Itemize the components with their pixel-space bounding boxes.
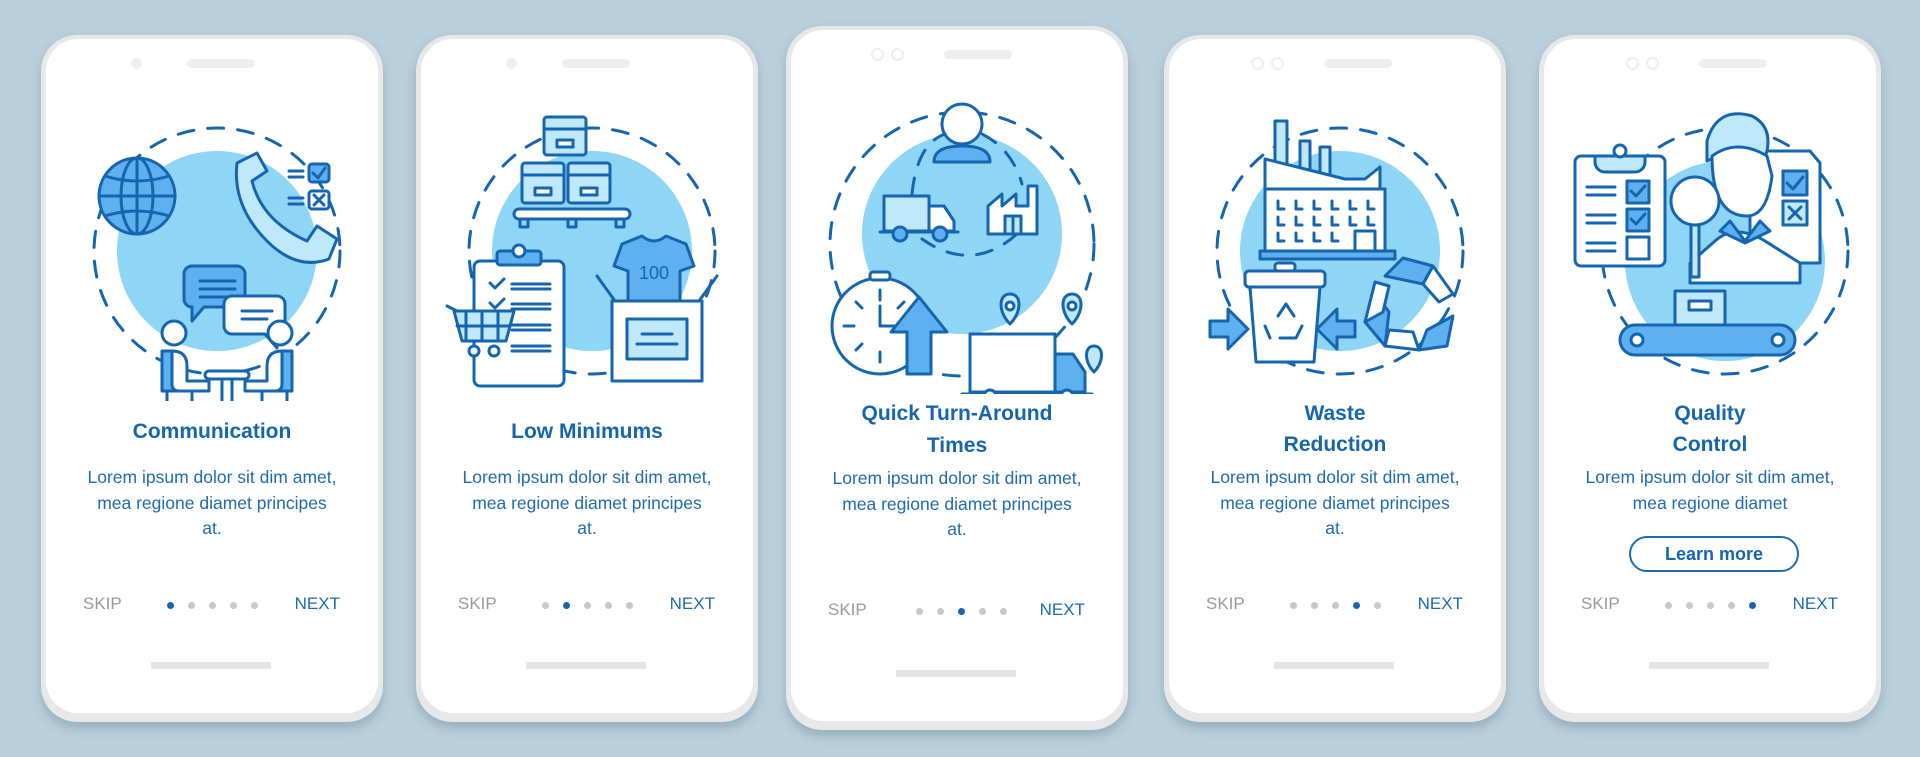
sensor-icon <box>891 48 904 61</box>
page-dot-3[interactable] <box>209 602 216 609</box>
screen-title: Waste Reduction <box>1283 402 1387 456</box>
page-dot-4[interactable] <box>979 608 986 615</box>
skip-button[interactable]: SKIP <box>458 594 497 614</box>
home-indicator[interactable] <box>1649 662 1769 669</box>
sensor-icon <box>1646 57 1659 70</box>
page-indicator <box>1665 602 1756 609</box>
page-dot-2[interactable] <box>937 608 944 615</box>
skip-button[interactable]: SKIP <box>828 600 867 620</box>
page-dot-4[interactable] <box>605 602 612 609</box>
screen-description: Lorem ipsum dolor sit dim amet, mea regi… <box>87 467 337 538</box>
home-indicator[interactable] <box>1274 662 1394 669</box>
screen-title: Quick Turn-Around Times <box>861 402 1053 457</box>
skip-button[interactable]: SKIP <box>1206 594 1245 614</box>
screen-title: Quality Control <box>1672 402 1748 456</box>
speaker-grille <box>944 50 1012 59</box>
page-dot-2-active[interactable] <box>563 602 570 609</box>
skip-button[interactable]: SKIP <box>83 594 122 614</box>
home-indicator[interactable] <box>896 670 1016 677</box>
page-indicator <box>167 602 258 609</box>
next-button[interactable]: NEXT <box>1793 594 1838 614</box>
page-indicator <box>542 602 633 609</box>
waste-reduction-illustration <box>1208 119 1465 376</box>
phone-screen-low-minimums: 100 Low Minimums Lorem ipsum dolor sit d… <box>416 35 758 722</box>
onboarding-nav: SKIP NEXT <box>791 600 1123 624</box>
page-dot-2[interactable] <box>188 602 195 609</box>
recycling-bin-icon <box>1243 261 1327 364</box>
low-minimums-illustration: 100 <box>445 115 719 388</box>
page-dot-3[interactable] <box>584 602 591 609</box>
onboarding-nav: SKIP NEXT <box>1544 594 1876 618</box>
screen: Quick Turn-Around Times Lorem ipsum dolo… <box>791 30 1123 721</box>
quality-control-illustration <box>1573 112 1850 376</box>
page-dot-2[interactable] <box>1686 602 1693 609</box>
camera-icon <box>506 58 517 69</box>
screen-title: Communication <box>132 420 292 443</box>
page-dot-1[interactable] <box>542 602 549 609</box>
page-dot-3[interactable] <box>1332 602 1339 609</box>
phone-screen-quality-control: Quality Control Lorem ipsum dolor sit di… <box>1539 35 1881 722</box>
camera-icon <box>871 48 884 61</box>
shirt-label: 100 <box>639 263 669 283</box>
screen-description: Lorem ipsum dolor sit dim amet, mea regi… <box>1210 467 1460 538</box>
communication-illustration <box>92 126 342 401</box>
next-button[interactable]: NEXT <box>295 594 340 614</box>
page-dot-2[interactable] <box>1311 602 1318 609</box>
page-dot-5-active[interactable] <box>1749 602 1756 609</box>
screen: Waste Reduction Lorem ipsum dolor sit di… <box>1169 39 1501 713</box>
page-dot-5[interactable] <box>251 602 258 609</box>
page-dot-1[interactable] <box>1290 602 1297 609</box>
next-button[interactable]: NEXT <box>1040 600 1085 620</box>
screen: 100 Low Minimums Lorem ipsum dolor sit d… <box>421 39 753 713</box>
phone-screen-communication: Communication Lorem ipsum dolor sit dim … <box>41 35 383 722</box>
speaker-grille <box>562 59 630 68</box>
location-pin-icons <box>999 292 1083 326</box>
page-dot-4[interactable] <box>1728 602 1735 609</box>
phone-screen-waste-reduction: Waste Reduction Lorem ipsum dolor sit di… <box>1164 35 1506 722</box>
page-dot-5[interactable] <box>626 602 633 609</box>
onboarding-nav: SKIP NEXT <box>46 594 378 618</box>
screen: Quality Control Lorem ipsum dolor sit di… <box>1544 39 1876 713</box>
screen-title: Low Minimums <box>511 420 663 443</box>
phone-screen-quick-turnaround: Quick Turn-Around Times Lorem ipsum dolo… <box>786 26 1128 730</box>
sensor-icon <box>1271 57 1284 70</box>
speaker-grille <box>187 59 255 68</box>
globe-icon <box>97 156 177 236</box>
camera-icon <box>1626 57 1639 70</box>
page-dot-5[interactable] <box>1000 608 1007 615</box>
page-dot-1-active[interactable] <box>167 602 174 609</box>
arrow-right-icon <box>1208 307 1250 351</box>
onboarding-nav: SKIP NEXT <box>421 594 753 618</box>
page-dot-1[interactable] <box>1665 602 1672 609</box>
screen-description: Lorem ipsum dolor sit dim amet, mea regi… <box>462 467 712 538</box>
screen: Communication Lorem ipsum dolor sit dim … <box>46 39 378 713</box>
page-dot-1[interactable] <box>916 608 923 615</box>
screen-description: Lorem ipsum dolor sit dim amet, mea regi… <box>1585 467 1835 513</box>
camera-icon <box>1251 57 1264 70</box>
learn-more-button[interactable]: Learn more <box>1629 536 1799 572</box>
speaker-grille <box>1324 59 1392 68</box>
quick-turnaround-illustration <box>828 102 1103 394</box>
home-indicator[interactable] <box>526 662 646 669</box>
page-dot-3[interactable] <box>1707 602 1714 609</box>
factory-icon <box>1258 119 1397 261</box>
next-button[interactable]: NEXT <box>1418 594 1463 614</box>
page-indicator <box>916 608 1007 615</box>
camera-icon <box>131 58 142 69</box>
page-indicator <box>1290 602 1381 609</box>
onboarding-nav: SKIP NEXT <box>1169 594 1501 618</box>
speaker-grille <box>1699 59 1767 68</box>
page-dot-5[interactable] <box>1374 602 1381 609</box>
screen-description: Lorem ipsum dolor sit dim amet, mea regi… <box>832 468 1082 539</box>
page-dot-3-active[interactable] <box>958 608 965 615</box>
next-button[interactable]: NEXT <box>670 594 715 614</box>
page-dot-4[interactable] <box>230 602 237 609</box>
clipboard-checklist-icon <box>1573 143 1667 268</box>
cargo-truck-icon <box>960 332 1103 394</box>
skip-button[interactable]: SKIP <box>1581 594 1620 614</box>
page-dot-4-active[interactable] <box>1353 602 1360 609</box>
home-indicator[interactable] <box>151 662 271 669</box>
